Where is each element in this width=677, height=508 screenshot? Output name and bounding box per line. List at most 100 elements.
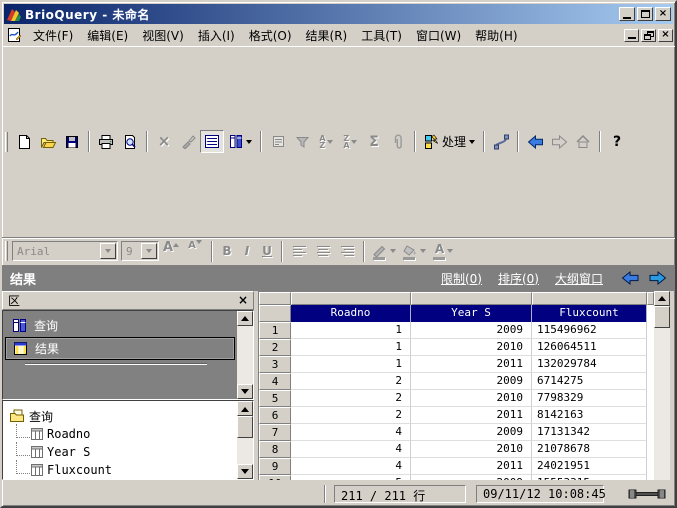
menu-item[interactable]: 结果(R) <box>299 25 355 46</box>
table-cell[interactable]: 2010 <box>411 440 532 458</box>
table-cell[interactable]: 1 <box>291 321 411 339</box>
save-button[interactable] <box>60 130 84 153</box>
font-size-combobox[interactable]: 9 <box>121 241 159 261</box>
table-vertical-scrollbar[interactable] <box>654 290 670 481</box>
table-cell[interactable]: 132029784 <box>532 355 647 373</box>
tree-root[interactable]: 查询 <box>9 407 237 425</box>
table-cell[interactable]: 4 <box>291 423 411 441</box>
decrease-font-button[interactable]: A <box>183 239 207 263</box>
filter-button[interactable] <box>290 130 314 153</box>
table-cell[interactable]: 2010 <box>411 338 532 356</box>
scroll-thumb[interactable] <box>237 416 253 438</box>
increase-font-button[interactable]: A <box>159 240 183 263</box>
sections-panel-close-button[interactable]: × <box>238 294 248 306</box>
open-file-button[interactable] <box>36 130 60 153</box>
table-corner-cell[interactable] <box>259 304 291 322</box>
table-cell[interactable]: 115496962 <box>532 321 647 339</box>
row-number[interactable]: 6 <box>259 406 291 424</box>
font-size-dropdown-button[interactable] <box>141 243 157 259</box>
scroll-up-button[interactable] <box>237 401 253 416</box>
scroll-thumb[interactable] <box>654 305 670 328</box>
table-cell[interactable]: 7798329 <box>532 389 647 407</box>
sections-item-query[interactable]: 查询 <box>5 314 235 337</box>
table-cell[interactable]: 6714275 <box>532 372 647 390</box>
scroll-down-button[interactable] <box>237 384 253 399</box>
underline-button[interactable]: U <box>257 240 277 263</box>
menu-item[interactable]: 帮助(H) <box>468 25 524 46</box>
row-number[interactable]: 3 <box>259 355 291 373</box>
table-cell[interactable]: 126064511 <box>532 338 647 356</box>
table-cell[interactable]: 2009 <box>411 321 532 339</box>
table-cell[interactable]: 2011 <box>411 406 532 424</box>
table-view-button[interactable] <box>200 130 224 154</box>
table-cell[interactable]: 2011 <box>411 355 532 373</box>
tree-field[interactable]: Year S <box>9 441 237 461</box>
menu-item[interactable]: 视图(V) <box>135 25 191 46</box>
section-link[interactable]: 限制(0) <box>441 270 482 287</box>
column-header-fluxcount[interactable]: Fluxcount <box>532 304 647 322</box>
row-number[interactable]: 5 <box>259 389 291 407</box>
table-cell[interactable]: 8142163 <box>532 406 647 424</box>
back-button[interactable] <box>523 130 547 153</box>
table-cell[interactable]: 21078678 <box>532 440 647 458</box>
font-name-combobox[interactable]: Arial <box>12 241 118 261</box>
row-number[interactable]: 1 <box>259 321 291 339</box>
attach-button[interactable] <box>386 130 410 153</box>
delete-button[interactable]: × <box>152 130 176 153</box>
row-number[interactable]: 4 <box>259 372 291 390</box>
mdi-minimize-button[interactable] <box>624 28 639 42</box>
line-color-button[interactable] <box>369 240 399 263</box>
toolbar-gripper[interactable] <box>5 131 8 152</box>
bold-button[interactable]: B <box>217 240 237 263</box>
align-left-button[interactable] <box>287 240 311 263</box>
column-header-years[interactable]: Year S <box>411 304 532 322</box>
scroll-track[interactable] <box>654 328 670 481</box>
table-cell[interactable]: 2009 <box>411 423 532 441</box>
scroll-track[interactable] <box>237 326 253 385</box>
mdi-close-button[interactable]: × <box>658 28 673 42</box>
mdi-restore-button[interactable] <box>641 28 656 42</box>
fill-color-button[interactable] <box>399 240 429 263</box>
scroll-track[interactable] <box>237 438 253 464</box>
strip-cell[interactable] <box>291 291 411 305</box>
sort-ascending-button[interactable]: AZ <box>314 130 338 153</box>
menu-item[interactable]: 文件(F) <box>26 25 80 46</box>
section-link[interactable]: 排序(0) <box>498 270 539 287</box>
strip-cell[interactable] <box>411 291 532 305</box>
toolbar-gripper[interactable] <box>5 241 8 261</box>
help-button[interactable]: ? <box>605 130 629 153</box>
table-cell[interactable]: 4 <box>291 457 411 475</box>
properties-button[interactable] <box>266 130 290 153</box>
tree-scrollbar[interactable] <box>237 401 253 479</box>
close-button[interactable]: × <box>655 7 671 21</box>
sort-descending-button[interactable]: ZA <box>338 130 362 153</box>
row-number[interactable]: 8 <box>259 440 291 458</box>
table-cell[interactable]: 2009 <box>411 372 532 390</box>
scroll-up-button[interactable] <box>654 290 670 306</box>
row-number[interactable]: 9 <box>259 457 291 475</box>
menu-item[interactable]: 格式(O) <box>242 25 299 46</box>
menu-item[interactable]: 工具(T) <box>354 25 409 46</box>
connection-button[interactable] <box>489 130 513 153</box>
table-cell[interactable]: 2011 <box>411 457 532 475</box>
forward-button[interactable] <box>547 130 571 153</box>
totals-button[interactable]: Σ <box>362 130 386 153</box>
section-back-arrow-icon[interactable] <box>621 271 640 285</box>
home-button[interactable] <box>571 130 595 153</box>
format-painter-button[interactable] <box>176 130 200 153</box>
minimize-button[interactable] <box>619 7 635 21</box>
tree-field[interactable]: Fluxcount <box>9 459 237 479</box>
table-cell[interactable]: 24021951 <box>532 457 647 475</box>
table-cell[interactable]: 4 <box>291 440 411 458</box>
table-cell[interactable]: 2 <box>291 389 411 407</box>
row-number[interactable]: 7 <box>259 423 291 441</box>
print-preview-button[interactable] <box>118 130 142 153</box>
table-cell[interactable]: 1 <box>291 338 411 356</box>
scroll-down-button[interactable] <box>237 464 253 479</box>
align-center-button[interactable] <box>311 240 335 263</box>
table-cell[interactable]: 2 <box>291 372 411 390</box>
view-selector-button[interactable] <box>224 130 256 153</box>
font-color-button[interactable]: A <box>429 240 459 263</box>
section-forward-arrow-icon[interactable] <box>648 271 667 285</box>
font-name-dropdown-button[interactable] <box>100 243 116 259</box>
